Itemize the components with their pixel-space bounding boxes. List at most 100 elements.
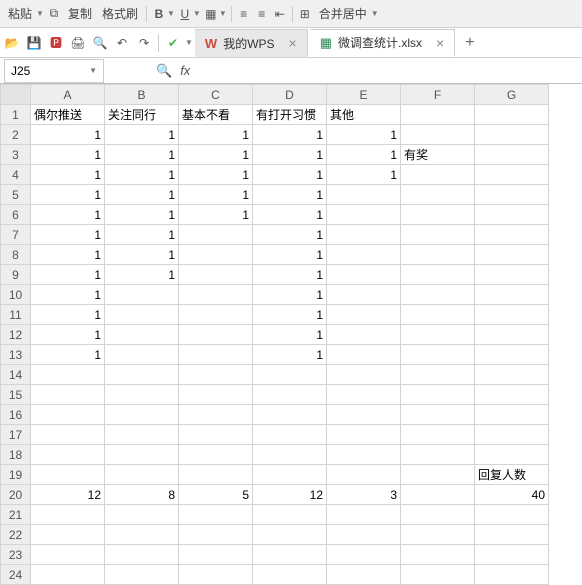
cell[interactable] xyxy=(327,205,401,225)
indent-icon[interactable]: ⇤ xyxy=(272,6,288,22)
cell[interactable] xyxy=(105,405,179,425)
cell[interactable] xyxy=(327,505,401,525)
cell[interactable]: 1 xyxy=(31,265,105,285)
cell[interactable]: 有奖 xyxy=(401,145,475,165)
cell[interactable]: 1 xyxy=(327,165,401,185)
cell[interactable] xyxy=(31,385,105,405)
cell[interactable] xyxy=(401,325,475,345)
cell[interactable]: 1 xyxy=(327,125,401,145)
tab-file[interactable]: ▦ 微调查统计.xlsx × xyxy=(310,29,456,57)
cell[interactable] xyxy=(179,325,253,345)
cell[interactable] xyxy=(179,545,253,565)
copy-button[interactable]: 复制 xyxy=(64,3,96,24)
cell[interactable] xyxy=(401,205,475,225)
open-icon[interactable]: 📂 xyxy=(2,33,22,53)
cell[interactable] xyxy=(475,245,549,265)
cell[interactable] xyxy=(475,365,549,385)
cell[interactable] xyxy=(105,545,179,565)
cell[interactable] xyxy=(401,525,475,545)
cell[interactable] xyxy=(401,425,475,445)
cell[interactable] xyxy=(105,365,179,385)
cell[interactable] xyxy=(475,345,549,365)
column-header[interactable]: E xyxy=(327,85,401,105)
cell[interactable] xyxy=(327,305,401,325)
cell[interactable] xyxy=(253,365,327,385)
cell[interactable] xyxy=(105,425,179,445)
cell[interactable]: 1 xyxy=(31,245,105,265)
cell[interactable]: 1 xyxy=(253,265,327,285)
cell[interactable] xyxy=(31,445,105,465)
cell[interactable] xyxy=(179,285,253,305)
redo-icon[interactable]: ↷ xyxy=(134,33,154,53)
fx-label[interactable]: fx xyxy=(180,63,190,78)
cell[interactable] xyxy=(179,425,253,445)
cell[interactable] xyxy=(327,185,401,205)
cell[interactable] xyxy=(105,445,179,465)
row-header[interactable]: 20 xyxy=(1,485,31,505)
cell[interactable] xyxy=(253,465,327,485)
select-all-corner[interactable] xyxy=(1,85,31,105)
row-header[interactable]: 12 xyxy=(1,325,31,345)
cell[interactable] xyxy=(253,405,327,425)
copy-icon[interactable]: ⧉ xyxy=(46,6,62,22)
cell[interactable] xyxy=(105,285,179,305)
cell[interactable] xyxy=(105,305,179,325)
chevron-down-icon[interactable]: ▼ xyxy=(219,9,227,18)
cell[interactable]: 有打开习惯 xyxy=(253,105,327,125)
row-header[interactable]: 1 xyxy=(1,105,31,125)
cell[interactable] xyxy=(401,125,475,145)
save-icon[interactable]: 💾 xyxy=(24,33,44,53)
cell[interactable]: 1 xyxy=(31,325,105,345)
cell[interactable] xyxy=(475,125,549,145)
cell[interactable]: 1 xyxy=(105,205,179,225)
cell[interactable] xyxy=(31,525,105,545)
cell[interactable] xyxy=(401,505,475,525)
cell[interactable] xyxy=(475,145,549,165)
cell[interactable]: 1 xyxy=(179,165,253,185)
cell[interactable]: 40 xyxy=(475,485,549,505)
row-header[interactable]: 7 xyxy=(1,225,31,245)
row-header[interactable]: 23 xyxy=(1,545,31,565)
cell[interactable] xyxy=(327,525,401,545)
cell[interactable] xyxy=(401,225,475,245)
cell[interactable]: 1 xyxy=(253,245,327,265)
cell[interactable]: 基本不看 xyxy=(179,105,253,125)
cell[interactable] xyxy=(105,565,179,585)
cell[interactable] xyxy=(401,545,475,565)
cell[interactable] xyxy=(475,325,549,345)
cell[interactable] xyxy=(475,505,549,525)
align-icon[interactable]: ≡ xyxy=(254,6,270,22)
cell[interactable]: 1 xyxy=(31,185,105,205)
cell[interactable]: 1 xyxy=(253,325,327,345)
row-header[interactable]: 9 xyxy=(1,265,31,285)
cell[interactable] xyxy=(327,325,401,345)
cell[interactable]: 1 xyxy=(31,345,105,365)
cell[interactable] xyxy=(105,385,179,405)
cell[interactable]: 1 xyxy=(105,145,179,165)
column-header[interactable]: A xyxy=(31,85,105,105)
close-icon[interactable]: × xyxy=(436,35,444,51)
cell[interactable] xyxy=(327,445,401,465)
cell[interactable] xyxy=(105,525,179,545)
row-header[interactable]: 3 xyxy=(1,145,31,165)
cell[interactable] xyxy=(475,305,549,325)
cell[interactable] xyxy=(327,345,401,365)
spreadsheet-grid[interactable]: ABCDEFG1偶尔推送关注同行基本不看有打开习惯其他211111311111有… xyxy=(0,84,582,585)
cell[interactable] xyxy=(475,165,549,185)
cell[interactable] xyxy=(253,445,327,465)
row-header[interactable]: 13 xyxy=(1,345,31,365)
search-icon[interactable]: 🔍 xyxy=(156,63,172,79)
name-box[interactable]: ▼ xyxy=(4,59,104,83)
bold-icon[interactable]: B xyxy=(151,6,167,22)
row-header[interactable]: 11 xyxy=(1,305,31,325)
row-header[interactable]: 10 xyxy=(1,285,31,305)
column-header[interactable]: B xyxy=(105,85,179,105)
cell[interactable] xyxy=(31,465,105,485)
chevron-down-icon[interactable]: ▼ xyxy=(371,9,379,18)
row-header[interactable]: 14 xyxy=(1,365,31,385)
cell[interactable] xyxy=(253,545,327,565)
cell[interactable] xyxy=(253,565,327,585)
cell[interactable]: 1 xyxy=(31,225,105,245)
chevron-down-icon[interactable]: ▼ xyxy=(36,9,44,18)
cell[interactable]: 1 xyxy=(105,245,179,265)
